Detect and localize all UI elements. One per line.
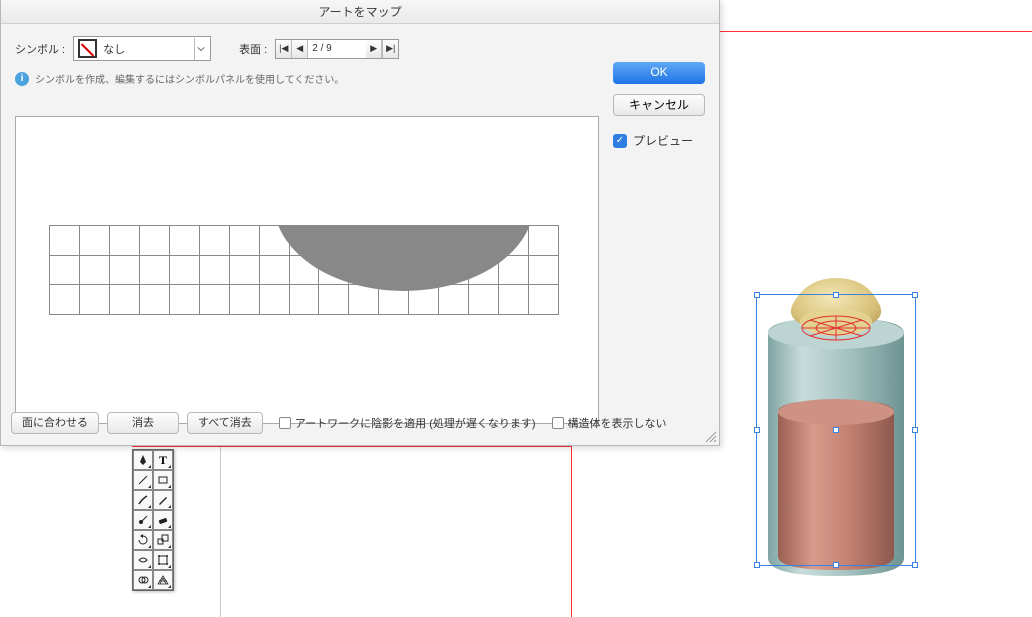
selection-handle[interactable] — [912, 562, 918, 568]
surface-value[interactable]: 2 / 9 — [308, 43, 366, 54]
preview-check-label: プレビュー — [633, 132, 693, 149]
first-surface-button[interactable]: |◀ — [276, 40, 292, 58]
invisible-geometry-label: 構造体を表示しない — [568, 415, 667, 431]
surface-stepper: |◀ ◀ 2 / 9 ▶ ▶| — [275, 39, 399, 59]
shape-builder-tool[interactable] — [133, 570, 153, 590]
next-surface-button[interactable]: ▶ — [366, 40, 382, 58]
scale-to-fit-button[interactable]: 面に合わせる — [11, 412, 99, 434]
rotate-tool[interactable] — [133, 530, 153, 550]
blob-brush-tool[interactable] — [133, 510, 153, 530]
guide-line-h — [720, 31, 1032, 32]
map-art-dialog: アートをマップ シンボル : なし 表面 : |◀ ◀ 2 / 9 ▶ ▶| i… — [0, 0, 720, 446]
line-tool[interactable] — [133, 470, 153, 490]
pen-tool[interactable] — [133, 450, 153, 470]
resize-grip[interactable] — [703, 429, 717, 443]
free-transform-tool[interactable] — [153, 550, 173, 570]
clear-all-button[interactable]: すべて消去 — [187, 412, 263, 434]
symbol-value: なし — [103, 41, 188, 57]
cancel-button[interactable]: キャンセル — [613, 94, 705, 116]
guide-line-v — [571, 446, 572, 617]
info-text: シンボルを作成、編集するにはシンボルパネルを使用してください。 — [35, 71, 344, 86]
none-swatch-icon — [78, 39, 97, 58]
chevron-down-icon — [194, 38, 206, 60]
selection-handle[interactable] — [833, 292, 839, 298]
rectangle-tool[interactable] — [153, 470, 173, 490]
dialog-title: アートをマップ — [1, 0, 719, 24]
invisible-geometry-checkbox[interactable] — [552, 417, 564, 429]
shade-artwork-checkbox[interactable] — [279, 417, 291, 429]
selection-handle[interactable] — [833, 562, 839, 568]
selection-handle[interactable] — [754, 427, 760, 433]
ok-button[interactable]: OK — [613, 62, 705, 84]
perspective-grid-tool[interactable] — [153, 570, 173, 590]
selection-handle[interactable] — [912, 292, 918, 298]
ruler-line — [220, 447, 221, 617]
selection-handle[interactable] — [754, 562, 760, 568]
type-tool[interactable]: T — [153, 450, 173, 470]
artwork-3d-object — [748, 278, 926, 598]
last-surface-button[interactable]: ▶| — [382, 40, 398, 58]
symbol-dropdown[interactable]: なし — [73, 36, 211, 61]
symbol-label: シンボル : — [15, 41, 65, 57]
guide-line-h2 — [132, 446, 572, 447]
selection-handle[interactable] — [754, 292, 760, 298]
prev-surface-button[interactable]: ◀ — [292, 40, 308, 58]
shade-artwork-label: アートワークに陰影を適用 (処理が遅くなります) — [295, 415, 536, 431]
scale-tool[interactable] — [153, 530, 173, 550]
paintbrush-tool[interactable] — [133, 490, 153, 510]
width-tool[interactable] — [133, 550, 153, 570]
tools-panel: T — [132, 449, 174, 591]
map-preview-area[interactable] — [15, 116, 599, 424]
surface-grid — [49, 225, 559, 315]
selection-bounding-box[interactable] — [756, 294, 916, 566]
clear-button[interactable]: 消去 — [107, 412, 179, 434]
pencil-tool[interactable] — [153, 490, 173, 510]
eraser-tool[interactable] — [153, 510, 173, 530]
selection-center[interactable] — [833, 427, 839, 433]
surface-label: 表面 : — [239, 41, 267, 57]
preview-checkbox[interactable]: ✓ — [613, 134, 627, 148]
info-icon: i — [15, 72, 29, 86]
selection-handle[interactable] — [912, 427, 918, 433]
